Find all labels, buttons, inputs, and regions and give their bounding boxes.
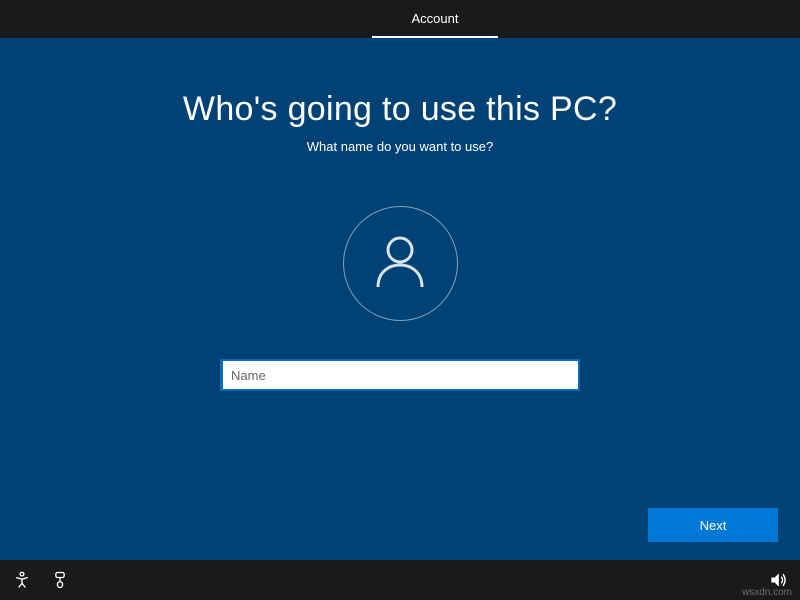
volume-icon[interactable] (768, 570, 788, 590)
name-input[interactable] (220, 359, 580, 391)
page-subtitle: What name do you want to use? (307, 139, 493, 154)
user-avatar-placeholder (343, 206, 458, 321)
user-icon (368, 229, 432, 298)
setup-main: Who's going to use this PC? What name do… (0, 38, 800, 560)
tab-account-label: Account (412, 11, 459, 26)
input-method-icon[interactable] (50, 570, 70, 590)
page-title: Who's going to use this PC? (183, 90, 617, 129)
setup-footer: wsxdn.com (0, 560, 800, 600)
next-button[interactable]: Next (648, 508, 778, 542)
setup-header: Account (0, 0, 800, 38)
tab-account: Account (372, 0, 499, 38)
ease-of-access-icon[interactable] (12, 570, 32, 590)
